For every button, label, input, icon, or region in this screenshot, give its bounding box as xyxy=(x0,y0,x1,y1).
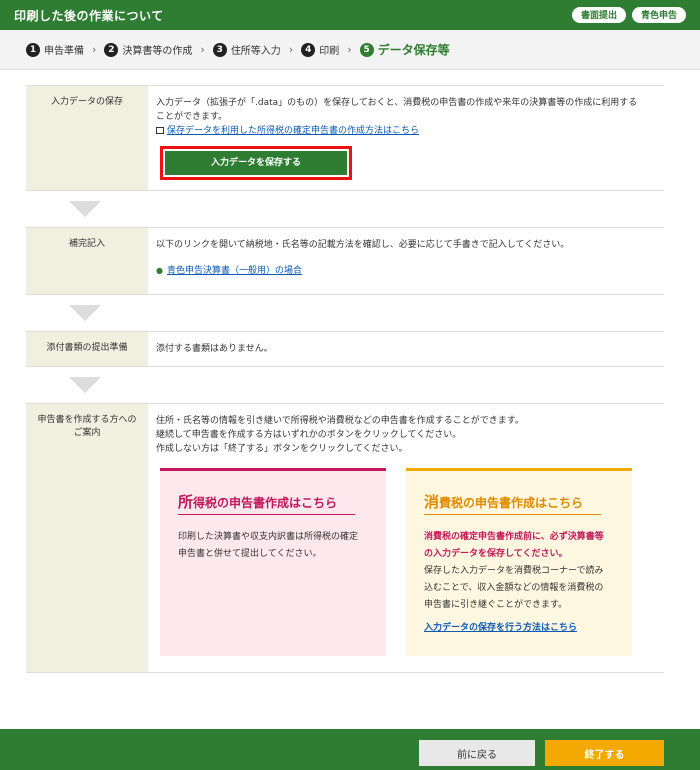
page-title: 印刷した後の作業について xyxy=(14,8,164,23)
down-arrow-icon xyxy=(69,305,101,321)
save-method-link[interactable]: 入力データの保存を行う方法はこちら xyxy=(424,623,577,633)
progress-steps: 1 申告準備 › 2 決算書等の作成 › 3 住所等入力 › 4 印刷 › 5 … xyxy=(0,30,700,70)
row-content: 入力データ（拡張子が「.data」のもの）を保存しておくと、消費税の申告書の作成… xyxy=(148,86,664,190)
card-body-line: 保存した入力データを消費税コーナーで読み xyxy=(424,566,604,576)
chevron-right-icon: › xyxy=(288,43,294,56)
row-label: 申告書を作成する方への ご案内 xyxy=(26,404,148,672)
row-label: 補完記入 xyxy=(26,228,148,294)
paper-submission-badge: 書面提出 xyxy=(571,7,626,23)
flow-arrow xyxy=(26,295,664,331)
supplement-description: 以下のリンクを開いて納税地・氏名等の記載方法を確認し、必要に応じて手書きで記入し… xyxy=(156,240,570,250)
step-2: 2 決算書等の作成 xyxy=(104,42,192,57)
card-body-line: 込むことで、収入金額などの情報を消費税の xyxy=(424,583,604,593)
finish-button[interactable]: 終了する xyxy=(545,740,664,766)
option-cards: 所得税の申告書作成はこちら 印刷した決算書や収支内訳書は所得税の確定 申告書と併… xyxy=(160,468,656,656)
step-5-current: 5 データ保存等 xyxy=(359,41,450,58)
header-badges: 書面提出 青色申告 xyxy=(571,7,686,23)
row-guide: 申告書を作成する方への ご案内 住所・氏名等の情報を引き継いで所得税や消費税など… xyxy=(26,403,664,673)
step-number: 3 xyxy=(212,42,227,57)
row-label-line1: 申告書を作成する方への xyxy=(37,415,137,425)
step-1: 1 申告準備 xyxy=(26,42,84,57)
step-4: 4 印刷 xyxy=(301,42,339,57)
row-label: 入力データの保存 xyxy=(26,86,148,190)
down-arrow-icon xyxy=(69,201,101,217)
card-body-line: 申告書に引き継ぐことができます。 xyxy=(424,600,568,610)
window-icon xyxy=(156,127,164,134)
step-number: 4 xyxy=(301,42,316,57)
income-tax-card-body: 印刷した決算書や収支内訳書は所得税の確定 申告書と併せて提出してください。 xyxy=(178,529,374,563)
title-initial: 所 xyxy=(178,493,194,511)
row-content: 住所・氏名等の情報を引き継いで所得税や消費税などの申告書を作成することができます… xyxy=(148,404,664,672)
back-button[interactable]: 前に戻る xyxy=(419,740,535,766)
consumption-tax-card[interactable]: 消費税の申告書作成はこちら 消費税の確定申告書作成前に、必ず決算書等 の入力デー… xyxy=(406,468,632,656)
guide-line-1: 住所・氏名等の情報を引き継いで所得税や消費税などの申告書を作成することができます… xyxy=(156,416,524,426)
step-label: 住所等入力 xyxy=(230,46,281,57)
bullet-icon: ● xyxy=(156,266,163,275)
flow-arrow xyxy=(26,367,664,403)
blue-return-badge: 青色申告 xyxy=(631,7,686,23)
row-content: 以下のリンクを開いて納税地・氏名等の記載方法を確認し、必要に応じて手書きで記入し… xyxy=(148,228,664,294)
guide-line-2: 継続して申告書を作成する方はいずれかのボタンをクリックしてください。 xyxy=(156,430,462,440)
card-body-line: 申告書と併せて提出してください。 xyxy=(178,549,322,559)
step-number: 5 xyxy=(359,42,374,57)
save-help-link-row: 保存データを利用した所得税の確定申告書の作成方法はこちら xyxy=(156,124,656,138)
warning-line: 消費税の確定申告書作成前に、必ず決算書等 xyxy=(424,532,604,542)
row-save-data: 入力データの保存 入力データ（拡張子が「.data」のもの）を保存しておくと、消… xyxy=(26,86,664,191)
income-tax-card-title[interactable]: 所得税の申告書作成はこちら xyxy=(178,493,356,515)
step-label: 申告準備 xyxy=(44,46,84,57)
step-number: 1 xyxy=(26,42,40,57)
warning-line: の入力データを保存してください。 xyxy=(424,549,568,559)
save-description-2: ことができます。 xyxy=(156,112,228,122)
save-data-button[interactable]: 入力データを保存する xyxy=(165,151,347,175)
down-arrow-icon xyxy=(69,377,101,393)
supplement-link-row: ● 青色申告決算書（一般用）の場合 xyxy=(156,264,656,278)
step-3: 3 住所等入力 xyxy=(212,42,281,57)
step-label: 印刷 xyxy=(319,46,340,57)
title-initial: 消 xyxy=(424,493,440,511)
consumption-tax-card-body: 消費税の確定申告書作成前に、必ず決算書等 の入力データを保存してください。 保存… xyxy=(424,529,620,637)
row-attachments: 添付書類の提出準備 添付する書類はありません。 xyxy=(26,331,664,367)
guide-line-3: 作成しない方は「終了する」ボタンをクリックしてください。 xyxy=(156,444,408,454)
step-number: 2 xyxy=(104,42,119,57)
blue-return-link[interactable]: 青色申告決算書（一般用）の場合 xyxy=(167,266,302,276)
consumption-tax-card-title[interactable]: 消費税の申告書作成はこちら xyxy=(424,493,602,515)
save-description-1: 入力データ（拡張子が「.data」のもの）を保存しておくと、消費税の申告書の作成… xyxy=(156,98,638,108)
save-button-highlight: 入力データを保存する xyxy=(160,146,352,180)
title-rest: 得税の申告書作成はこちら xyxy=(193,496,338,510)
main-content: 入力データの保存 入力データ（拡張子が「.data」のもの）を保存しておくと、消… xyxy=(26,85,664,673)
income-tax-card[interactable]: 所得税の申告書作成はこちら 印刷した決算書や収支内訳書は所得税の確定 申告書と併… xyxy=(160,468,386,656)
chevron-right-icon: › xyxy=(200,43,205,56)
save-method-link-row: 入力データの保存を行う方法はこちら xyxy=(424,620,620,637)
chevron-right-icon: › xyxy=(92,43,97,56)
save-help-link[interactable]: 保存データを利用した所得税の確定申告書の作成方法はこちら xyxy=(167,126,419,136)
title-rest: 費税の申告書作成はこちら xyxy=(439,496,584,510)
flow-arrow xyxy=(26,191,664,227)
chevron-right-icon: › xyxy=(347,43,352,56)
row-supplement: 補完記入 以下のリンクを開いて納税地・氏名等の記載方法を確認し、必要に応じて手書… xyxy=(26,227,664,295)
card-body-line: 印刷した決算書や収支内訳書は所得税の確定 xyxy=(178,532,359,542)
row-label-line2: ご案内 xyxy=(73,428,101,438)
step-label: 決算書等の作成 xyxy=(122,46,193,57)
step-label: データ保存等 xyxy=(377,43,450,57)
attachments-text: 添付する書類はありません。 xyxy=(156,344,273,354)
row-label: 添付書類の提出準備 xyxy=(26,332,148,366)
header-bar: 印刷した後の作業について 書面提出 青色申告 xyxy=(0,0,700,30)
